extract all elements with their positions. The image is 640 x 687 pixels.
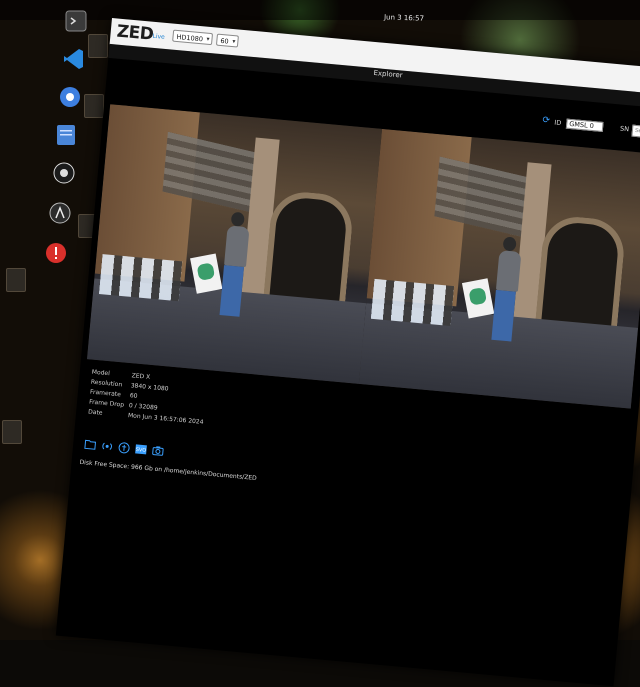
application-dock [30,0,90,300]
right-eye-image [358,128,640,409]
camera-info-panel: Model ZED X Resolution 3840 x 1080 Framera… [88,368,208,428]
stereo-video-frame[interactable] [86,104,640,409]
stream-icon[interactable] [100,439,114,453]
fps-value: 60 [220,36,229,46]
left-eye-image [86,104,383,384]
serial-number-input[interactable] [631,124,640,140]
record-icon[interactable]: SVO [134,442,148,456]
top-system-bar [0,0,640,20]
camera-icon[interactable] [150,443,164,457]
desktop-file-icon[interactable] [2,420,22,444]
fps-select[interactable]: 60 ▾ [215,33,239,48]
resolution-select[interactable]: HD1080 ▾ [172,29,214,46]
camera-controls: ⟳ ID GMSL 0 SN [541,115,640,142]
update-alert-icon[interactable] [42,240,70,266]
sn-label: SN [619,124,630,134]
obs-icon[interactable] [50,160,78,186]
frame-drop-value: 0 / 32089 [128,402,158,412]
disk-free-space-status: Disk Free Space: 966 Gb on /home/jenkins… [79,458,257,482]
bottom-toolbar: SVO [82,437,164,456]
camera-id-select[interactable]: GMSL 0 [565,118,604,132]
svg-text:SVO: SVO [135,446,146,453]
folder-icon[interactable] [83,437,97,451]
chevron-down-icon: ▾ [232,38,236,46]
desktop-file-icon[interactable] [84,94,104,118]
chromium-icon[interactable] [56,84,84,110]
vscode-icon[interactable] [60,46,88,72]
refresh-icon[interactable]: ⟳ [542,115,550,126]
text-editor-icon[interactable] [52,122,80,148]
id-label: ID [553,118,562,128]
depth-icon[interactable] [117,440,131,454]
software-center-icon[interactable] [46,200,74,226]
model-value: ZED X [131,372,151,381]
zed-logo-sub: Live [152,32,166,41]
resolution-value: HD1080 [176,32,204,44]
camera-id-value: GMSL 0 [568,119,595,131]
desktop-file-icon[interactable] [6,268,26,292]
framerate-value: 60 [129,392,138,400]
desktop-file-icon[interactable] [88,34,108,58]
system-clock[interactable]: Jun 3 16:57 [384,13,424,22]
tray-area [610,40,640,70]
zed-logo: ZED [115,21,155,45]
zed-explorer-window: ZED Live HD1080 ▾ 60 ▾ Explorer ⟳ ID GMS… [55,18,640,687]
terminal-icon[interactable] [62,8,90,34]
chevron-down-icon: ▾ [206,35,210,43]
